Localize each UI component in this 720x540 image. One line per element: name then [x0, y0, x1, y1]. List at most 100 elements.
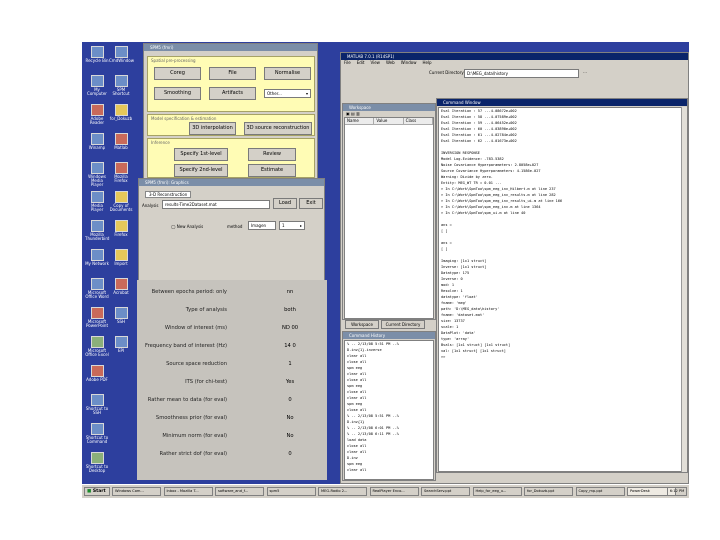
spm-menu-titlebar[interactable]: SPM5 (fmri) — [144, 44, 317, 51]
parameter-label: Minimum norm (for eval) — [162, 433, 227, 439]
desktop-icon[interactable]: EPI — [109, 336, 133, 353]
desktop-icon[interactable]: Copy of Documents — [109, 191, 133, 212]
taskbar-task[interactable]: software_and_f... — [215, 487, 264, 496]
desktop-icon[interactable]: My Network — [85, 249, 109, 266]
desktop-icon[interactable]: Firefox — [109, 220, 133, 237]
taskbar-task[interactable]: for_Dokuzb.ppt — [524, 487, 573, 496]
parameter-value[interactable]: both — [275, 307, 305, 313]
command-history-title[interactable]: Command History — [343, 332, 435, 339]
desktop-icon[interactable]: for_Dokuzb — [109, 104, 133, 121]
exit-button[interactable]: Exit — [299, 198, 323, 209]
artifacts-button[interactable]: Artifacts — [209, 87, 256, 100]
desktop-icon[interactable]: My Computer — [85, 75, 109, 96]
desktop-icon[interactable]: Adobe Reader — [85, 104, 109, 125]
desktop-icon[interactable]: Mozilla Firefox — [109, 162, 133, 183]
desktop-icon[interactable]: Acrobat — [109, 278, 133, 295]
taskbar-task[interactable]: Copy_mp.ppt — [575, 487, 625, 496]
history-line[interactable]: clear all — [345, 467, 433, 473]
parameter-value[interactable]: ND 00 — [275, 325, 305, 331]
desktop-icon[interactable]: Windows Media Player — [85, 162, 109, 187]
command-scrollbar[interactable] — [681, 107, 687, 472]
command-prompt[interactable]: >> — [439, 354, 681, 360]
reconstruction-titlebar[interactable]: SPM5 (fmri): Graphics — [139, 179, 324, 186]
taskbar-task[interactable]: Windows Com... — [112, 487, 161, 496]
taskbar-task[interactable]: SearchServ.ppt — [421, 487, 470, 496]
new-analysis-radio[interactable]: ◯ New Analysis — [171, 224, 203, 229]
command-window-title[interactable]: Command Window — [437, 99, 687, 106]
workspace-columns: Name Value Class — [345, 118, 433, 125]
navigation-field[interactable]: 1 ▸ — [279, 221, 305, 230]
desktop-icon-label: Mozilla Firefox — [114, 174, 128, 183]
menu-item[interactable]: Web — [386, 60, 395, 65]
menu-item[interactable]: View — [370, 60, 380, 65]
parameter-label: Window of interest (ms) — [164, 325, 227, 331]
workspace-column-header[interactable]: Name — [345, 118, 375, 124]
shortcut-icon — [114, 278, 128, 290]
parameter-label: Frequency band of interest (Hz) — [144, 343, 227, 349]
parameter-value[interactable]: nn — [275, 289, 305, 295]
current-directory-field[interactable]: D:\MEG_data\history — [464, 69, 579, 78]
3d-source-reconstruction-button[interactable]: 3D source reconstruction — [244, 122, 312, 135]
specify-1st-level-button[interactable]: Specify 1st-level — [174, 148, 228, 161]
coreg-button[interactable]: Coreg — [154, 67, 201, 80]
matlab-menubar: File Edit View Web Window Help — [341, 60, 688, 66]
menu-item[interactable]: Edit — [357, 60, 365, 65]
taskbar-task[interactable]: spm5 — [266, 487, 316, 496]
estimate-button[interactable]: Estimate — [248, 164, 296, 177]
menu-item[interactable]: File — [344, 60, 351, 65]
reconstruction-tab[interactable]: 3-D Reconstruction — [145, 191, 192, 198]
parameter-value[interactable]: No — [275, 415, 305, 421]
parameter-value[interactable]: 1 — [275, 361, 305, 367]
desktop-icon[interactable]: Microsoft Office Word — [85, 278, 109, 299]
review-button[interactable]: Review — [248, 148, 296, 161]
start-button[interactable]: ■ Start — [84, 487, 110, 496]
method-select[interactable]: Imagen — [248, 221, 276, 230]
desktop-icon-label: Matlab — [114, 145, 128, 150]
desktop-icon[interactable]: Shortcut to Desktop — [85, 452, 109, 473]
desktop-icon[interactable]: Recycle Bin — [85, 46, 109, 63]
parameter-value[interactable]: 0 — [275, 451, 305, 457]
normalise-button[interactable]: Normalise — [264, 67, 311, 80]
desktop-icon-label: My Computer — [87, 87, 107, 96]
load-button[interactable]: Load — [273, 198, 297, 209]
matlab-titlebar[interactable]: MATLAB 7.0.1 (R14SP1) — [341, 53, 688, 60]
desktop-icon[interactable]: SSH — [109, 307, 133, 324]
desktop-icon[interactable]: Import — [109, 249, 133, 266]
workspace-title[interactable]: Workspace — [343, 104, 435, 111]
parameter-row: Minimum norm (for eval) No — [137, 429, 327, 443]
desktop-icon[interactable]: CmdWindow — [109, 46, 134, 63]
tab-current-directory[interactable]: Current Directory — [381, 320, 425, 329]
workspace-column-header[interactable]: Class — [404, 118, 433, 124]
desktop-icon[interactable]: Matlab — [109, 133, 133, 150]
tab-workspace[interactable]: Workspace — [345, 320, 379, 329]
taskbar-task[interactable]: RealPlayer Enco... — [369, 487, 419, 496]
menu-item[interactable]: Window — [401, 60, 417, 65]
taskbar-task[interactable]: Help_for_eeg_u... — [472, 487, 522, 496]
browse-folder-icon[interactable]: … — [583, 69, 587, 74]
smoothing-button[interactable]: Smoothing — [154, 87, 201, 100]
other-select[interactable]: Other... ▾ — [264, 89, 311, 98]
parameter-value[interactable]: 0 — [275, 397, 305, 403]
3d-interpolation-button[interactable]: 3D interpolation — [189, 122, 236, 135]
desktop-icon[interactable]: SPM Shortcut — [109, 75, 133, 96]
workspace-column-header[interactable]: Value — [374, 118, 404, 124]
parameter-value[interactable]: No — [275, 433, 305, 439]
parameter-value[interactable]: Yes — [275, 379, 305, 385]
file-button[interactable]: File — [209, 67, 256, 80]
desktop-icon[interactable]: Winamp — [85, 133, 109, 150]
desktop-icon[interactable]: Adobe PDF — [85, 365, 109, 382]
desktop-icon[interactable]: Media Player — [85, 191, 109, 212]
parameter-value[interactable]: 14 0 — [275, 343, 305, 349]
menu-item[interactable]: Help — [422, 60, 431, 65]
analysis-file-field[interactable]: results-Time2Dataset.mat — [162, 200, 270, 209]
desktop-icon[interactable]: Shortcut to Command — [85, 423, 109, 444]
desktop-icon[interactable]: Mozilla Thunderbird — [85, 220, 109, 241]
specify-2nd-level-button[interactable]: Specify 2nd-level — [174, 164, 228, 177]
command-output[interactable]: Eval Iteration : 57 ...4.08672e+002 Eval… — [438, 107, 682, 472]
desktop-icon[interactable]: Shortcut to SSH — [85, 394, 109, 415]
desktop-icon[interactable]: Microsoft PowerPoint — [85, 307, 109, 328]
desktop-icon-label: Adobe Reader — [89, 116, 105, 125]
taskbar-task[interactable]: MEG-Radio 2... — [318, 487, 367, 496]
taskbar-task[interactable]: Inbox - Mozilla T... — [163, 487, 213, 496]
desktop-icon[interactable]: Microsoft Office Excel — [85, 336, 109, 357]
